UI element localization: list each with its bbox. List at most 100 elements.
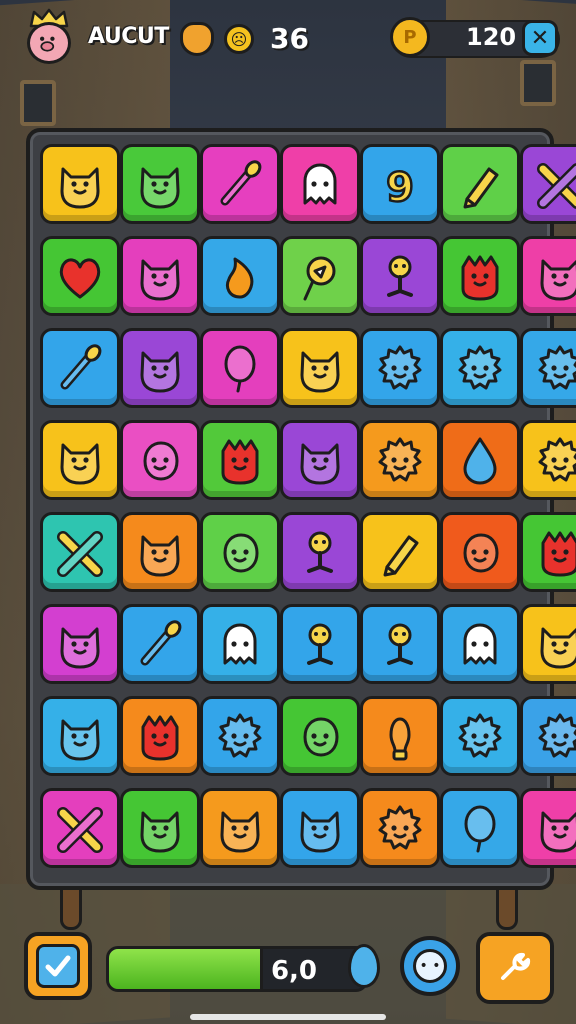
tile[interactable]	[360, 604, 440, 684]
pencil-icon	[463, 167, 499, 209]
monster-icon	[541, 531, 576, 577]
tile[interactable]	[360, 696, 440, 776]
tile[interactable]	[40, 420, 120, 500]
tile[interactable]	[360, 420, 440, 500]
ghost-icon	[303, 163, 337, 205]
cat-face-icon	[60, 627, 100, 669]
tile[interactable]	[440, 144, 520, 224]
tile[interactable]	[360, 788, 440, 868]
tile[interactable]	[200, 420, 280, 500]
tile[interactable]	[40, 144, 120, 224]
tile[interactable]	[40, 788, 120, 868]
blob-icon	[143, 441, 179, 481]
tile[interactable]	[120, 696, 200, 776]
blob-icon	[463, 533, 499, 573]
tile[interactable]: 9	[360, 144, 440, 224]
tile[interactable]	[280, 604, 360, 684]
gear-face-icon	[378, 437, 422, 482]
tile[interactable]	[520, 604, 576, 684]
tile[interactable]	[520, 328, 576, 408]
wrench-icon	[501, 952, 531, 980]
tile[interactable]	[120, 604, 200, 684]
tile[interactable]	[440, 604, 520, 684]
cat-face-icon	[540, 627, 576, 669]
drop-icon	[463, 437, 497, 485]
top-hud: AUCUT ☹ 36 P 120 ✕	[0, 0, 576, 80]
tile[interactable]	[40, 236, 120, 316]
player-name: AUCUT	[88, 24, 169, 49]
stick-figure-icon	[307, 531, 333, 573]
monster-icon	[141, 715, 179, 761]
tile[interactable]	[440, 512, 520, 592]
close-button[interactable]: ✕	[522, 20, 558, 56]
tools-button[interactable]	[476, 932, 554, 1004]
tile[interactable]	[280, 328, 360, 408]
background-window	[20, 80, 56, 126]
tile[interactable]	[200, 236, 280, 316]
stick-figure-icon	[387, 623, 413, 665]
tile[interactable]	[200, 604, 280, 684]
tile[interactable]	[120, 788, 200, 868]
tile[interactable]	[520, 696, 576, 776]
cat-face-icon	[220, 811, 260, 853]
crossed-tools-icon	[57, 807, 103, 853]
moves-counter: 36	[270, 22, 309, 55]
gear-face-icon	[458, 345, 502, 390]
cat-face-icon	[140, 351, 180, 393]
tile[interactable]	[280, 420, 360, 500]
ghost-icon	[463, 623, 497, 665]
tile[interactable]	[440, 696, 520, 776]
gear-face-icon	[538, 713, 576, 758]
tile[interactable]	[120, 236, 200, 316]
brush-icon	[140, 620, 182, 666]
booster-button[interactable]: • •	[400, 936, 460, 996]
tile[interactable]	[120, 420, 200, 500]
tile[interactable]	[520, 420, 576, 500]
tile[interactable]	[520, 144, 576, 224]
gear-face-icon: • •	[413, 949, 447, 983]
tile[interactable]	[520, 236, 576, 316]
balloon-icon	[464, 805, 496, 853]
gear-face-icon	[458, 713, 502, 758]
blob-icon	[303, 717, 339, 757]
tile[interactable]	[200, 328, 280, 408]
tile[interactable]	[440, 420, 520, 500]
tile[interactable]	[360, 236, 440, 316]
cat-face-icon	[140, 535, 180, 577]
tile[interactable]	[200, 144, 280, 224]
cat-face-icon	[300, 443, 340, 485]
water-drop-icon	[348, 944, 380, 988]
cat-face-icon	[300, 351, 340, 393]
tile[interactable]	[200, 512, 280, 592]
tile[interactable]	[120, 328, 200, 408]
tile[interactable]	[200, 696, 280, 776]
tile[interactable]	[280, 696, 360, 776]
tile[interactable]	[440, 236, 520, 316]
progress-value: 6,0	[270, 956, 317, 986]
tile[interactable]	[520, 788, 576, 868]
tile[interactable]	[120, 512, 200, 592]
tile[interactable]	[280, 236, 360, 316]
stick-figure-icon	[387, 255, 413, 297]
gear-face-icon	[378, 805, 422, 850]
tile[interactable]	[200, 788, 280, 868]
tile[interactable]	[40, 512, 120, 592]
bulb-icon	[389, 717, 411, 761]
tile[interactable]	[280, 788, 360, 868]
gem-icon	[180, 22, 214, 56]
tile[interactable]	[40, 604, 120, 684]
tile[interactable]	[40, 696, 120, 776]
cat-face-icon	[60, 719, 100, 761]
tile[interactable]	[440, 788, 520, 868]
tile[interactable]	[360, 328, 440, 408]
tile[interactable]	[440, 328, 520, 408]
tile[interactable]	[520, 512, 576, 592]
tile[interactable]	[280, 512, 360, 592]
tile[interactable]	[120, 144, 200, 224]
confirm-button[interactable]	[24, 932, 92, 1000]
tile[interactable]	[40, 328, 120, 408]
tile[interactable]	[360, 512, 440, 592]
tile[interactable]	[280, 144, 360, 224]
gear-face-icon	[538, 437, 576, 482]
player-avatar[interactable]	[20, 8, 78, 68]
